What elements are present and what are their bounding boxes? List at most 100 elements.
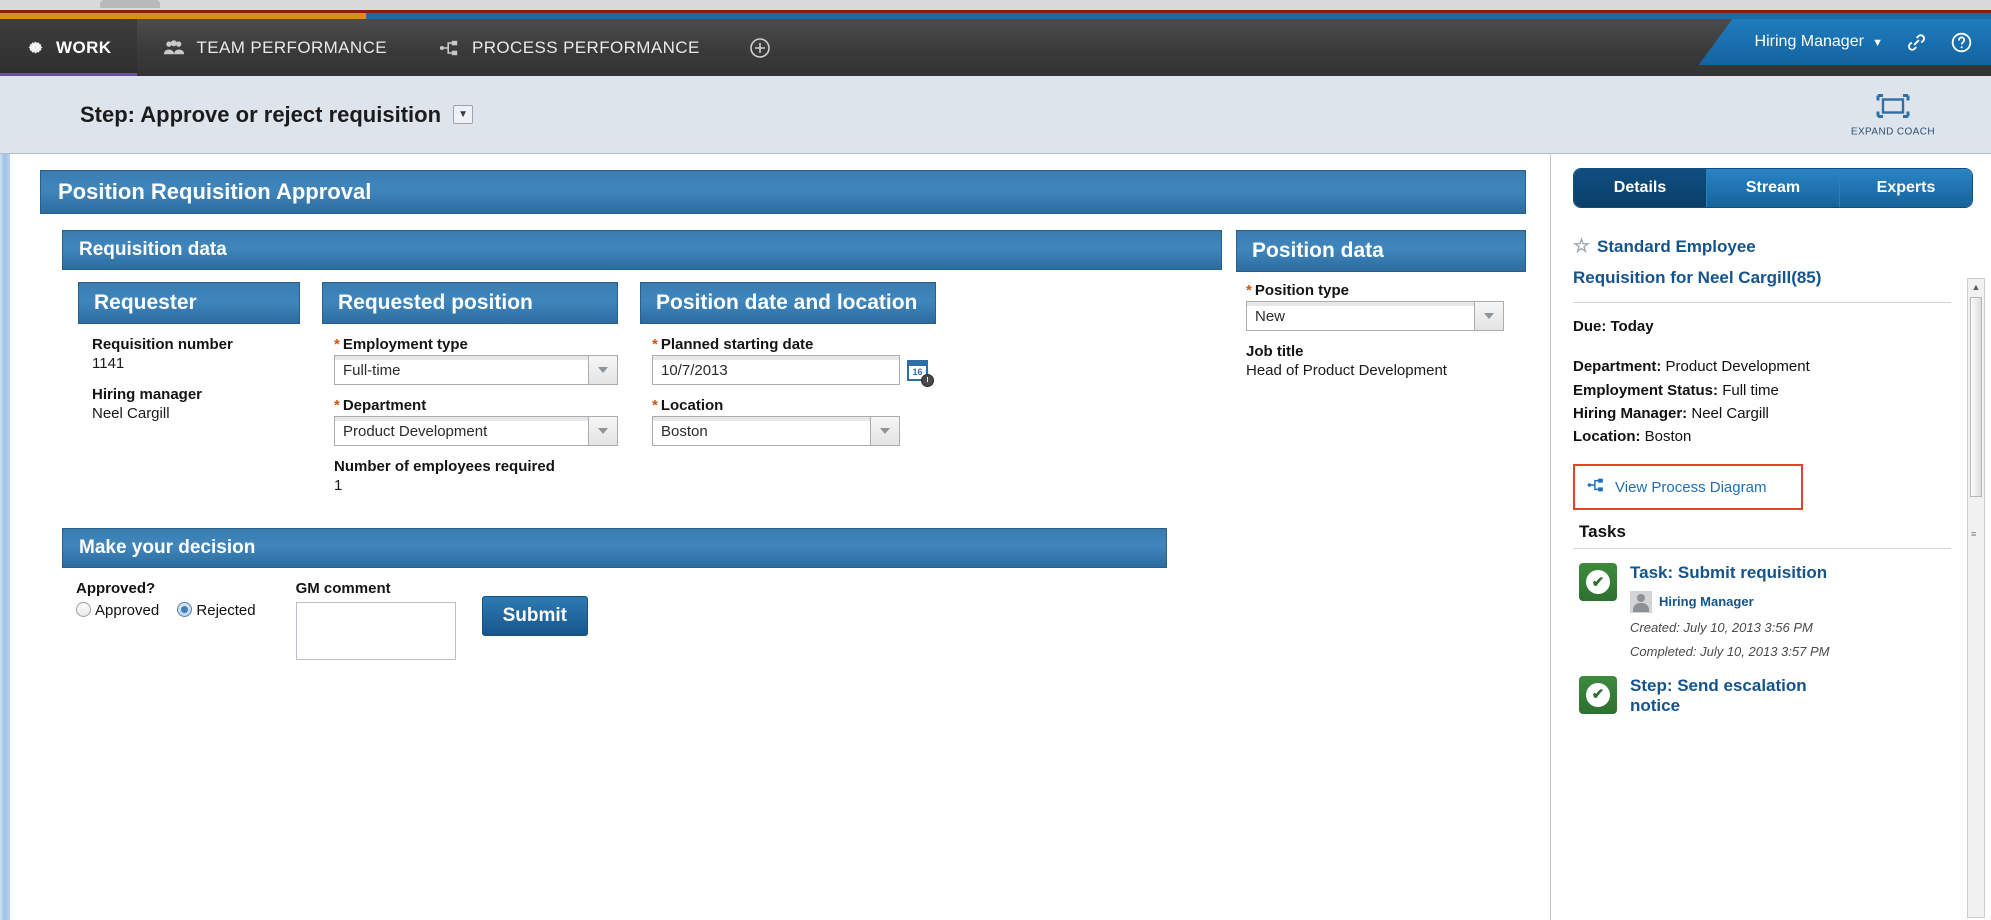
job-title-value: Head of Product Development (1246, 362, 1447, 379)
expand-coach-label: EXPAND COACH (1850, 126, 1935, 137)
tab-stream[interactable]: Stream (1706, 169, 1839, 207)
calendar-icon[interactable]: 16 (907, 359, 934, 387)
add-tab-button[interactable] (726, 19, 794, 76)
gear-icon (26, 38, 45, 57)
task-content: Task: Submit requisition Hiring Manager … (1630, 563, 1829, 661)
star-icon[interactable]: ☆ (1573, 236, 1590, 257)
scroll-up-arrow[interactable]: ▲ (1968, 279, 1984, 295)
user-strip: Hiring Manager ▼ (1698, 19, 1991, 65)
decision-section: Make your decision Approved? Approved Re… (62, 528, 1167, 660)
chevron-down-icon[interactable] (1474, 301, 1504, 331)
link-icon[interactable] (1905, 31, 1928, 54)
position-type-value: New (1246, 301, 1474, 331)
detail-location-label: Location: (1573, 428, 1641, 445)
location-select[interactable]: Boston (652, 416, 900, 446)
requisition-heading: ☆ Standard Employee (1573, 230, 1951, 263)
gm-comment-input[interactable] (295, 602, 456, 660)
check-icon: ✔ (1579, 563, 1617, 602)
requisition-data-title: Requisition data (79, 239, 227, 260)
expand-coach-button[interactable]: EXPAND COACH (1851, 92, 1935, 137)
scrollbar-thumb[interactable] (1970, 297, 1982, 497)
detail-hiring-manager-label: Hiring Manager: (1573, 404, 1688, 422)
employment-type-value: Full-time (334, 355, 588, 385)
nav-item-team-performance[interactable]: TEAM PERFORMANCE (137, 19, 413, 76)
task-item[interactable]: ✔ Step: Send escalation notice (1573, 662, 1951, 717)
chevron-down-icon[interactable] (588, 416, 618, 446)
requested-position-title-bar: Requested position (322, 282, 618, 324)
task-content: Step: Send escalation notice (1630, 676, 1830, 717)
position-data-title-bar: Position data (1236, 230, 1526, 272)
radio-rejected[interactable]: Rejected (177, 602, 269, 619)
position-date-location-title: Position date and location (656, 291, 918, 314)
nav-label-process-performance: PROCESS PERFORMANCE (472, 37, 700, 57)
tab-details[interactable]: Details (1574, 169, 1706, 207)
decision-title-bar: Make your decision (62, 528, 1167, 568)
scrollbar-grip: ≡ (1971, 529, 1977, 539)
requisition-number-label: Requisition number (92, 336, 233, 353)
left-rail (0, 154, 10, 920)
planned-start-date-field[interactable]: 10/7/2013 16 (652, 355, 936, 387)
nav-item-work[interactable]: WORK (0, 19, 138, 76)
task-item[interactable]: ✔ Task: Submit requisition Hiring Manage… (1573, 549, 1951, 661)
avatar (1630, 590, 1652, 613)
chevron-down-icon[interactable] (588, 355, 618, 385)
chevron-down-icon[interactable] (870, 416, 900, 446)
planned-start-label: * Planned starting date (652, 336, 814, 353)
planned-start-value[interactable]: 10/7/2013 (652, 355, 900, 385)
right-details-panel: Details Stream Experts ☆ Standard Employe… (1551, 154, 1991, 920)
user-name: Hiring Manager (1754, 33, 1864, 50)
detail-hiring-manager-value: Neel Cargill (1691, 404, 1769, 422)
user-menu[interactable]: Hiring Manager ▼ (1755, 33, 1883, 51)
coach-main-area: Position Requisition Approval Requisitio… (10, 154, 1551, 920)
tasks-heading: Tasks (1579, 522, 1626, 542)
nav-item-process-performance[interactable]: PROCESS PERFORMANCE (413, 19, 726, 76)
gm-comment-label: GM comment (295, 580, 391, 597)
browser-tab-stub (100, 0, 160, 8)
required-marker: * (652, 336, 658, 353)
required-marker: * (652, 397, 658, 414)
task-created: Created: July 10, 2013 3:56 PM (1630, 619, 1813, 635)
position-data-body: * Position type New Job title Head of Pro… (1236, 272, 1526, 379)
radio-approved[interactable]: Approved (76, 602, 177, 619)
gm-comment-group: GM comment (295, 580, 456, 660)
process-icon (1587, 477, 1606, 497)
task-name[interactable]: Step: Send escalation notice (1630, 676, 1830, 717)
task-name[interactable]: Task: Submit requisition (1630, 563, 1829, 583)
radio-approved-label: Approved (95, 602, 160, 619)
browser-chrome-sliver (0, 0, 1991, 10)
task-completed: Completed: July 10, 2013 3:57 PM (1630, 644, 1830, 660)
position-data-section: Position data * Position type New Job tit… (1236, 230, 1526, 393)
coach-title-bar: Position Requisition Approval (40, 170, 1526, 214)
people-icon (163, 39, 185, 56)
chevron-down-icon: ▼ (1872, 37, 1883, 49)
decision-title: Make your decision (79, 537, 256, 558)
requester-title-bar: Requester (78, 282, 300, 324)
coach-body: Requisition data Requester Requisition n… (40, 214, 1526, 660)
requisition-heading-line1: Standard Employee (1597, 237, 1756, 256)
top-navigation-bar: WORK TEAM PERFORMANCE PROCESS PERFORMANC… (0, 19, 1991, 76)
employment-type-select[interactable]: Full-time (334, 355, 618, 385)
requisition-heading-line2: Requisition for Neel Cargill(85) (1573, 268, 1822, 288)
view-process-diagram-link[interactable]: View Process Diagram (1615, 479, 1766, 496)
submit-button[interactable]: Submit (481, 596, 588, 636)
right-panel-scrollbar[interactable]: ▲ ≡ (1967, 278, 1985, 918)
department-label: * Department (334, 397, 427, 414)
requisition-data-section: Requisition data Requester Requisition n… (62, 230, 1222, 518)
requested-position-title: Requested position (338, 291, 533, 314)
help-icon[interactable] (1950, 31, 1973, 54)
position-date-location-column: Position date and location * Planned star… (640, 282, 936, 508)
required-marker: * (1246, 282, 1252, 299)
detail-department-value: Product Development (1665, 358, 1810, 376)
radio-rejected-indicator[interactable] (177, 602, 193, 617)
step-dropdown-button[interactable]: ▼ (453, 105, 474, 124)
department-value: Product Development (334, 416, 588, 446)
position-type-select[interactable]: New (1246, 301, 1504, 331)
detail-employment-status-value: Full time (1722, 381, 1779, 399)
view-process-diagram-highlight: View Process Diagram (1573, 464, 1803, 511)
radio-approved-indicator[interactable] (76, 602, 91, 617)
position-data-title: Position data (1252, 239, 1384, 262)
department-select[interactable]: Product Development (334, 416, 618, 446)
tab-experts[interactable]: Experts (1839, 169, 1972, 207)
requester-title: Requester (94, 291, 197, 314)
nav-label-work: WORK (56, 37, 112, 57)
